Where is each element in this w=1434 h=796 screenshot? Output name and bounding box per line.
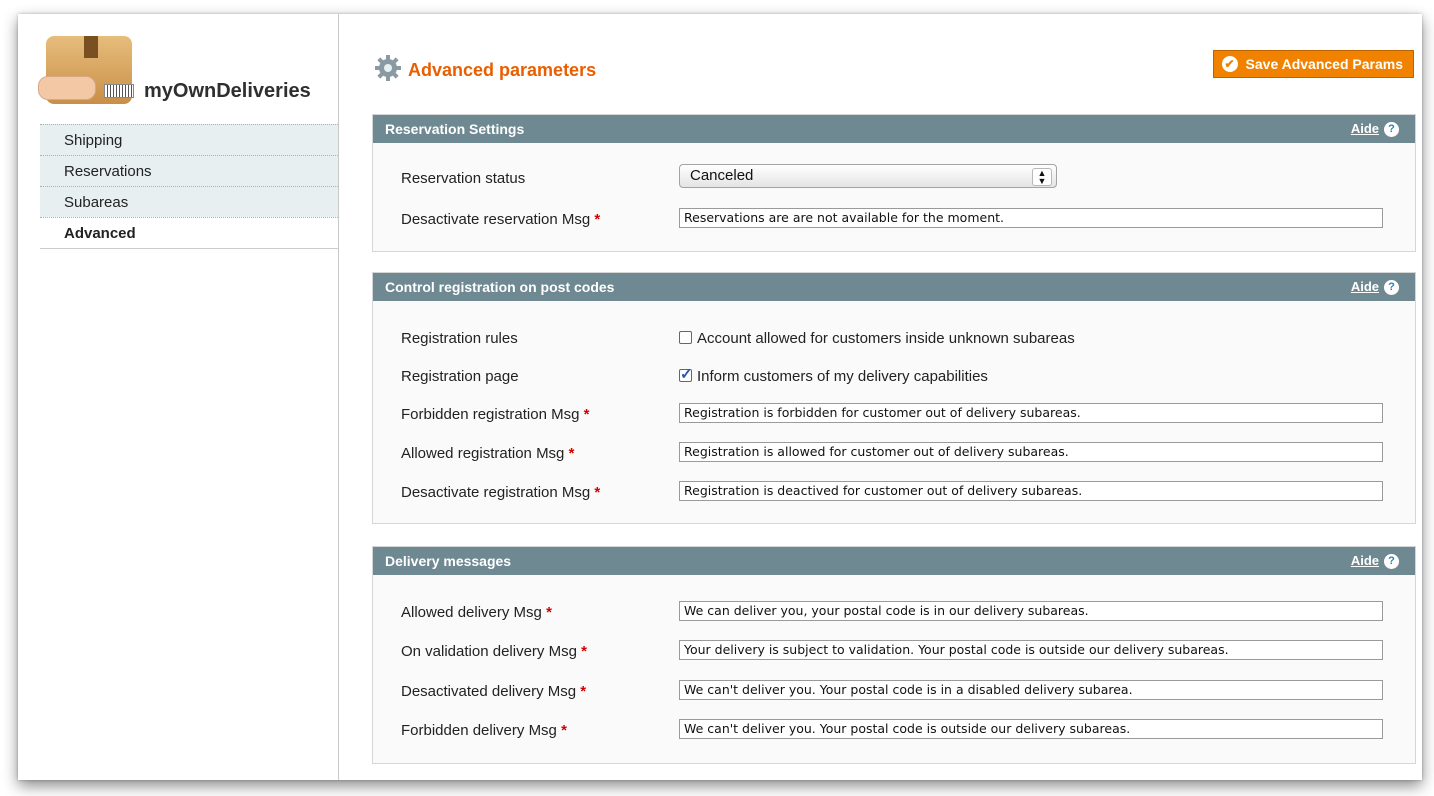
validation-delivery-label: On validation delivery Msg * [401,643,587,660]
deactivated-delivery-label: Desactivated delivery Msg * [401,683,587,700]
registration-page-checkbox-label[interactable]: Inform customers of my delivery capabili… [697,368,988,385]
deactivate-registration-input[interactable]: Registration is deactived for customer o… [679,481,1383,501]
help-link[interactable]: Aide ? [1351,115,1399,143]
registration-page-label: Registration page [401,368,519,385]
required-mark: * [583,406,590,423]
forbidden-registration-label: Forbidden registration Msg * [401,406,590,423]
reservation-msg-input[interactable]: Reservations are are not available for t… [679,208,1383,228]
required-mark: * [581,643,587,660]
help-icon: ? [1384,121,1399,137]
section-title: Delivery messages [385,553,512,569]
help-link[interactable]: Aide ? [1351,273,1399,301]
save-button-label: Save Advanced Params [1245,56,1403,72]
section-header: Reservation Settings Aide ? [373,115,1415,143]
allowed-registration-label: Allowed registration Msg * [401,445,575,462]
page-header: Advanced parameters ✔ Save Advanced Para… [372,50,1416,127]
help-icon: ? [1384,279,1399,295]
gear-icon [375,55,401,81]
deactivate-registration-label: Desactivate registration Msg * [401,484,601,501]
app-logo: myOwnDeliveries [38,34,338,114]
validation-delivery-input[interactable]: Your delivery is subject to validation. … [679,640,1383,660]
help-link[interactable]: Aide ? [1351,547,1399,575]
page-title: Advanced parameters [408,60,597,80]
sidebar-item-shipping[interactable]: Shipping [40,124,338,156]
help-icon: ? [1384,553,1399,569]
checkmark-icon: ✔ [1221,56,1238,72]
app-title: myOwnDeliveries [144,80,311,102]
reservation-status-select[interactable]: Canceled ▲ ▼ [679,164,1057,188]
checkmark-icon: ✓ [680,366,693,383]
registration-rules-checkbox-label[interactable]: Account allowed for customers inside unk… [697,330,1075,347]
package-icon [38,36,134,104]
section-title: Reservation Settings [385,121,525,137]
sidebar-item-subareas[interactable]: Subareas [40,186,338,218]
sidebar-item-advanced[interactable]: Advanced [40,217,338,249]
required-mark: * [594,211,601,228]
registration-page-checkbox[interactable]: ✓ [679,366,693,383]
registration-rules-checkbox[interactable] [679,331,692,344]
sidebar-item-reservations[interactable]: Reservations [40,155,338,187]
updown-arrow-icon: ▲ ▼ [1032,168,1052,186]
save-advanced-params-button[interactable]: ✔ Save Advanced Params [1212,50,1414,78]
reservation-settings-section: Reservation Settings Aide ? Reservation … [372,114,1416,252]
forbidden-registration-input[interactable]: Registration is forbidden for customer o… [679,403,1383,423]
required-mark: * [561,722,567,739]
forbidden-delivery-input[interactable]: We can't deliver you. Your postal code i… [679,719,1383,739]
delivery-messages-section: Delivery messages Aide ? Allowed deliver… [372,546,1416,764]
main-content: Advanced parameters ✔ Save Advanced Para… [372,14,1416,780]
forbidden-delivery-label: Forbidden delivery Msg * [401,722,567,739]
section-title: Control registration on post codes [385,279,615,295]
allowed-registration-input[interactable]: Registration is allowed for customer out… [679,442,1383,462]
required-mark: * [568,445,575,462]
allowed-delivery-input[interactable]: We can deliver you, your postal code is … [679,601,1383,621]
registration-rules-label: Registration rules [401,330,518,347]
reservation-msg-label: Desactivate reservation Msg * [401,211,601,228]
deactivated-delivery-input[interactable]: We can't deliver you. Your postal code i… [679,680,1383,700]
required-mark: * [580,683,587,700]
sidebar: myOwnDeliveries Shipping Reservations Su… [38,14,339,780]
allowed-delivery-label: Allowed delivery Msg * [401,604,552,621]
reservation-status-label: Reservation status [401,170,526,187]
required-mark: * [594,484,601,501]
sidebar-nav: Shipping Reservations Subareas Advanced [40,124,338,249]
registration-section: Control registration on post codes Aide … [372,272,1416,524]
section-header: Delivery messages Aide ? [373,547,1415,575]
required-mark: * [546,604,552,621]
app-window: myOwnDeliveries Shipping Reservations Su… [18,14,1422,780]
section-header: Control registration on post codes Aide … [373,273,1415,301]
